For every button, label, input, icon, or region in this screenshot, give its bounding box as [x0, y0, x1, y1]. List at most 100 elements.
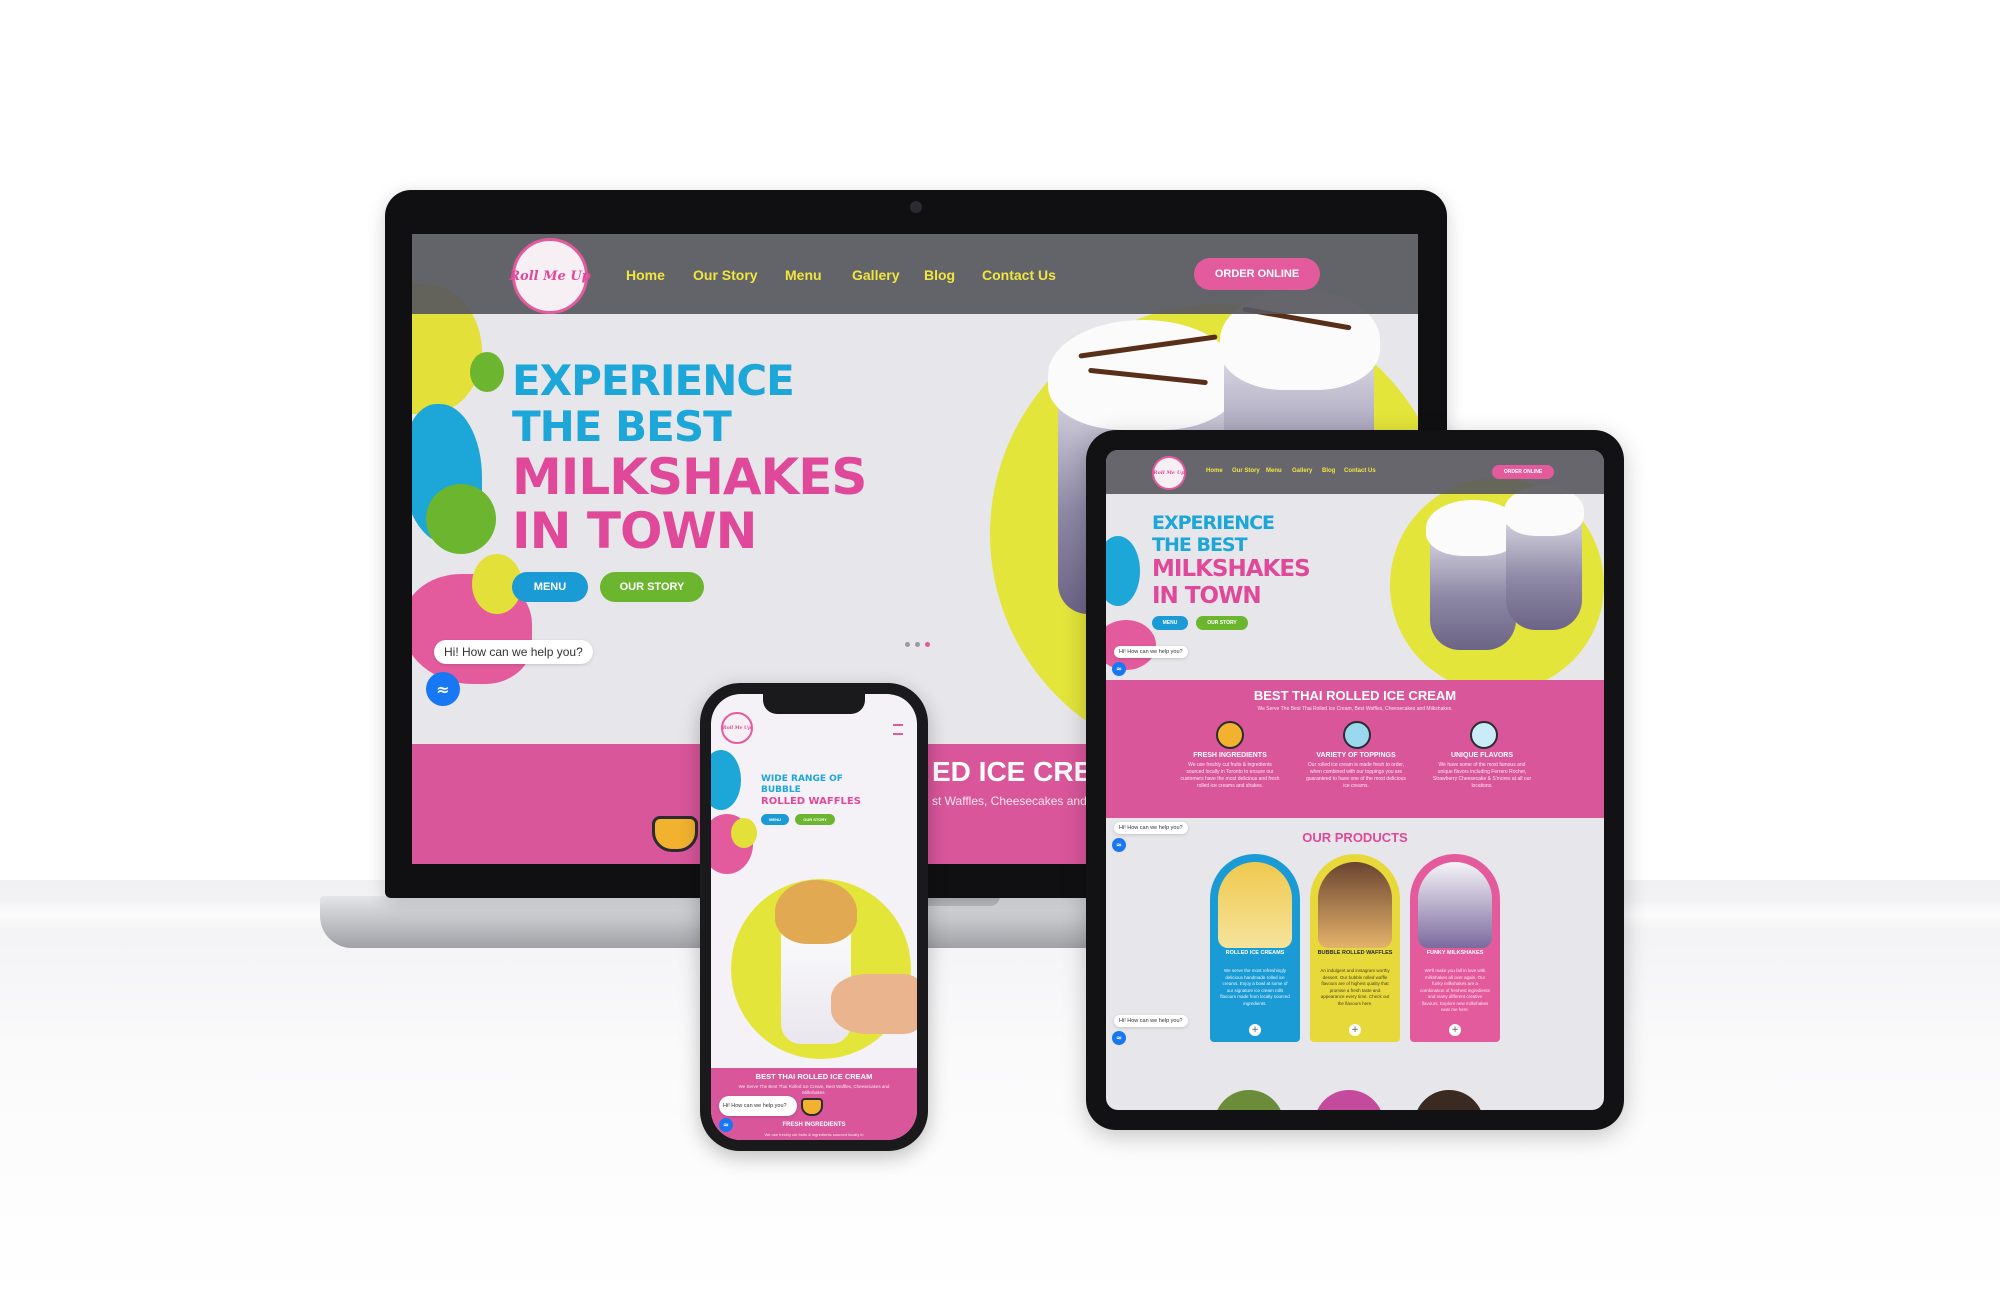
left-yellow-blob [731, 818, 757, 848]
phone-screen: Roll Me Up WIDE RANGE OF BUBBLE ROLLED W… [711, 694, 917, 1140]
messenger-icon[interactable]: ≈ [1112, 662, 1126, 676]
product-image [1418, 862, 1492, 948]
brand-logo[interactable]: Roll Me Up [721, 712, 753, 744]
camera-icon [910, 201, 922, 213]
nav-link-home[interactable]: Home [626, 267, 665, 283]
phone-menu-button[interactable]: MENU [761, 814, 789, 825]
fruit-bowl-icon [652, 816, 698, 852]
phone-hero-line-1: WIDE RANGE OF [761, 774, 843, 784]
nav-link-home[interactable]: Home [1206, 468, 1223, 474]
section-subtitle: We Serve The Best Thai Rolled Ice Cream,… [1257, 706, 1453, 712]
product-image [1218, 862, 1292, 948]
chat-greeting-bubble[interactable]: Hi! How can we help you? [434, 640, 593, 664]
product-thumbnail [1214, 1090, 1284, 1110]
left-blue-blob [711, 750, 741, 810]
nav-link-contact-us[interactable]: Contact Us [982, 267, 1056, 283]
nav-link-menu[interactable]: Menu [1266, 468, 1282, 474]
hand-holding-cup [831, 974, 917, 1034]
product-card-rolled-ice-creams[interactable]: ROLLED ICE CREAMS We serve the most refr… [1210, 854, 1300, 1042]
fruit-bowl-icon [801, 1098, 823, 1116]
nav-link-contact-us[interactable]: Contact Us [1344, 468, 1376, 474]
messenger-icon[interactable]: ≈ [426, 672, 460, 706]
phone-section-title: BEST THAI ROLLED ICE CREAM [755, 1072, 873, 1081]
hero-headline-line-3: MILKSHAKES [512, 448, 867, 506]
brand-logo[interactable]: Roll Me Up [1152, 456, 1186, 490]
left-blue-blob [1106, 536, 1140, 606]
tablet-screen: Roll Me Up Home Our Story Menu Gallery B… [1106, 450, 1604, 1110]
product-card-funky-milkshakes[interactable]: FUNKY MILKSHAKES We'll make you fall in … [1410, 854, 1500, 1042]
slider-dot[interactable] [905, 642, 910, 647]
product-card-bubble-rolled-waffles[interactable]: BUBBLE ROLLED WAFFLES An indulgent and i… [1310, 854, 1400, 1042]
hero-headline-line-1: EXPERIENCE [1152, 512, 1275, 534]
feature-text-variety-of-toppings: Our rolled ice cream is made fresh to or… [1306, 762, 1406, 789]
left-green-blob-2 [426, 484, 496, 554]
hero-headline-line-4: IN TOWN [1152, 583, 1262, 609]
chat-greeting-text: Hi! How can we help you? [444, 645, 583, 659]
chat-greeting-text: Hi! How can we help you? [1119, 649, 1183, 655]
product-thumbnail [1414, 1090, 1484, 1110]
hero-menu-button[interactable]: MENU [512, 572, 588, 602]
feature-title-variety-of-toppings: VARIETY OF TOPPINGS [1316, 752, 1396, 759]
feature-text-fresh-ingredients: We use freshly cut fruits & ingredients … [1180, 762, 1280, 789]
phone-notch [763, 694, 865, 714]
tablet-device: Roll Me Up Home Our Story Menu Gallery B… [1086, 430, 1624, 1130]
ice-cream-bowl-icon [1470, 721, 1498, 749]
feature-title-fresh-ingredients: FRESH INGREDIENTS [1193, 752, 1267, 759]
section-title: BEST THAI ROLLED ICE CREAM [1253, 688, 1457, 703]
chat-greeting-bubble[interactable]: Hi! How can we help you? [1114, 1015, 1188, 1027]
product-description: We'll make you fall in love with milksha… [1420, 968, 1490, 1012]
phone-hero-line-2: BUBBLE [761, 785, 801, 795]
chat-greeting-bubble[interactable]: Hi! How can we help you? [719, 1096, 797, 1116]
band-title: ED ICE CRE [932, 756, 1093, 787]
hero-headline-line-3: MILKSHAKES [1152, 556, 1311, 582]
slider-dot[interactable] [915, 642, 920, 647]
nav-link-blog[interactable]: Blog [924, 267, 955, 283]
chat-greeting-text: Hi! How can we help you? [723, 1103, 787, 1109]
nav-link-our-story[interactable]: Our Story [693, 267, 758, 283]
hero-menu-button[interactable]: MENU [1152, 616, 1188, 630]
phone-our-story-button[interactable]: OUR STORY [795, 814, 835, 825]
left-green-blob [470, 352, 504, 392]
hero-headline-line-1: EXPERIENCE [512, 356, 795, 405]
nav-link-menu[interactable]: Menu [785, 267, 822, 283]
sundae-icon [1343, 721, 1371, 749]
nav-link-our-story[interactable]: Our Story [1232, 468, 1260, 474]
chat-greeting-bubble[interactable]: Hi! How can we help you? [1114, 646, 1188, 658]
slider-dot-active[interactable] [925, 642, 930, 647]
plus-icon[interactable]: + [1349, 1024, 1361, 1036]
plus-icon[interactable]: + [1449, 1024, 1461, 1036]
phone-device: Roll Me Up WIDE RANGE OF BUBBLE ROLLED W… [700, 683, 928, 1151]
messenger-icon[interactable]: ≈ [1112, 1031, 1126, 1045]
order-online-button[interactable]: ORDER ONLINE [1492, 465, 1554, 479]
product-description: An indulgent and instagram worthy desser… [1320, 968, 1390, 1006]
hamburger-icon[interactable] [893, 724, 903, 735]
fruit-bowl-icon [1216, 721, 1244, 749]
nav-link-gallery[interactable]: Gallery [852, 267, 899, 283]
hero-our-story-button[interactable]: OUR STORY [1196, 616, 1248, 630]
product-thumbnail [1314, 1090, 1384, 1110]
brand-logo[interactable]: Roll Me Up [509, 238, 591, 314]
hero-headline-line-2: THE BEST [512, 402, 732, 451]
feature-text-unique-flavors: We have some of the most famous and uniq… [1432, 762, 1532, 789]
product-name: FUNKY MILKSHAKES [1426, 950, 1484, 956]
plus-icon[interactable]: + [1249, 1024, 1261, 1036]
phone-feature-title: FRESH INGREDIENTS [782, 1122, 846, 1128]
hero-headline-line-4: IN TOWN [512, 502, 757, 560]
chat-greeting-text: Hi! How can we help you? [1119, 1018, 1183, 1024]
hero-headline-line-2: THE BEST [1152, 534, 1248, 556]
product-description: We serve the most refreshingly delicious… [1220, 968, 1290, 1006]
order-online-button[interactable]: ORDER ONLINE [1194, 258, 1320, 290]
product-name: ROLLED ICE CREAMS [1225, 950, 1285, 956]
nav-link-gallery[interactable]: Gallery [1292, 468, 1312, 474]
hero-our-story-button[interactable]: OUR STORY [600, 572, 704, 602]
phone-section-subtitle: We Serve The Best Thai Rolled Ice Cream,… [738, 1084, 890, 1095]
band-subtitle: st Waffles, Cheesecakes and M [932, 794, 1101, 808]
product-image [1318, 862, 1392, 948]
products-title: OUR PRODUCTS [1302, 830, 1408, 845]
feature-title-unique-flavors: UNIQUE FLAVORS [1450, 752, 1514, 759]
nav-link-blog[interactable]: Blog [1322, 468, 1335, 474]
bubble-waffle [775, 880, 857, 944]
phone-hero-line-3: ROLLED WAFFLES [761, 796, 861, 807]
product-name: BUBBLE ROLLED WAFFLES [1317, 950, 1393, 956]
left-pink-blob [1106, 620, 1156, 670]
